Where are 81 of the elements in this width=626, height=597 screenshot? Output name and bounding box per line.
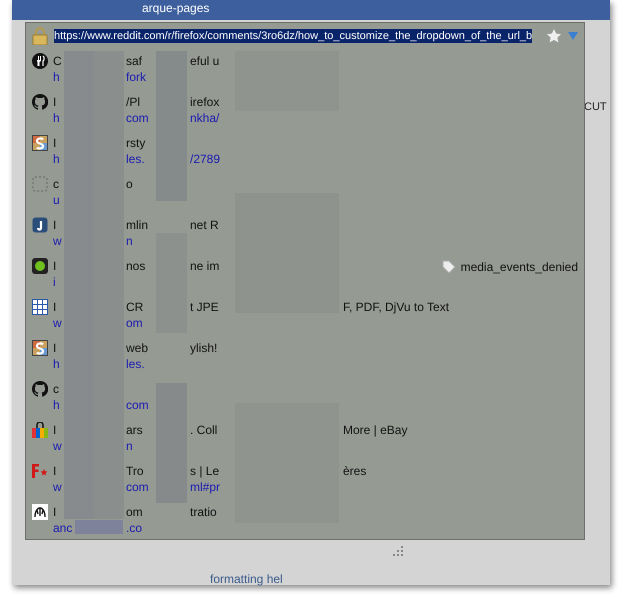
- url-text[interactable]: i: [53, 274, 56, 290]
- title-text: I: [53, 463, 56, 479]
- tag-label: media_events_denied: [460, 260, 578, 274]
- title-text: mlin: [126, 217, 148, 233]
- star-icon[interactable]: [546, 28, 562, 44]
- title-text: I: [53, 422, 56, 438]
- title-text: c: [53, 381, 59, 397]
- cat-silhouette-icon: [32, 94, 48, 110]
- title-text: I: [53, 94, 56, 110]
- padlock-icon: [32, 27, 48, 45]
- shopping-bag-icon: [32, 422, 48, 438]
- letter-j-icon: [32, 217, 48, 233]
- title-text: Tro: [126, 463, 144, 479]
- url-text[interactable]: fork: [126, 69, 146, 85]
- title-text: ne im: [190, 258, 220, 274]
- title-text: rsty: [126, 135, 146, 151]
- url-text[interactable]: /2789: [190, 151, 220, 167]
- url-text[interactable]: h: [53, 356, 60, 372]
- letter-s-icon: [32, 135, 48, 151]
- url-text[interactable]: h: [53, 69, 60, 85]
- url-text[interactable]: h: [53, 151, 60, 167]
- title-text: saf: [126, 53, 142, 69]
- url-text[interactable]: com: [126, 397, 149, 413]
- title-text: I: [53, 258, 56, 274]
- help-link[interactable]: formatting hel: [210, 572, 283, 586]
- tag-icon: [442, 260, 456, 274]
- fork-icon: [32, 53, 48, 69]
- title-text: tratio: [190, 504, 217, 520]
- title-text: F, PDF, DjVu to Text: [343, 299, 450, 315]
- sketch-icon: [32, 504, 48, 520]
- url-text[interactable]: les.: [126, 356, 145, 372]
- url-text[interactable]: u: [53, 192, 60, 208]
- url-text[interactable]: anc: [53, 520, 72, 536]
- title-text: irefox: [190, 94, 220, 110]
- url-text[interactable]: ml#pr: [190, 479, 220, 495]
- title-text: /Pl: [126, 94, 140, 110]
- dashed-square-icon: [32, 176, 48, 192]
- url-text[interactable]: w: [53, 479, 62, 495]
- url-text[interactable]: n: [126, 233, 133, 249]
- title-text: t JPE: [190, 299, 219, 315]
- letter-s-icon: [32, 340, 48, 356]
- title-text: om: [126, 504, 143, 520]
- title-text: nos: [126, 258, 146, 274]
- title-text: web: [126, 340, 148, 356]
- letter-f-star-icon: [32, 463, 48, 479]
- url-text[interactable]: nkha/: [190, 110, 220, 126]
- title-text: C: [53, 53, 62, 69]
- title-text: I: [53, 504, 56, 520]
- url-text[interactable]: h: [53, 110, 60, 126]
- title-text: ylish!: [190, 340, 218, 356]
- toolbar-label: CUT: [584, 101, 607, 113]
- title-text: I: [53, 299, 56, 315]
- title-text: . Coll: [190, 422, 218, 438]
- url-text[interactable]: com: [126, 479, 149, 495]
- status-light-icon: [32, 258, 48, 274]
- url-text[interactable]: w: [53, 315, 62, 331]
- dropdown-arrow-icon[interactable]: [568, 32, 578, 40]
- url-text[interactable]: om: [126, 315, 143, 331]
- url-text[interactable]: n: [126, 438, 133, 454]
- title-text: ères: [343, 463, 366, 479]
- title-text: I: [53, 340, 56, 356]
- url-text[interactable]: w: [53, 438, 62, 454]
- title-text: eful u: [190, 53, 220, 69]
- title-text: I: [53, 135, 56, 151]
- cat-silhouette-icon: [32, 381, 48, 397]
- title-text: net R: [190, 217, 219, 233]
- title-text: s | Le: [190, 463, 220, 479]
- url-text[interactable]: les.: [126, 151, 145, 167]
- title-text: ars: [126, 422, 143, 438]
- menu-item[interactable]: arque-pages: [142, 0, 210, 16]
- title-text: I: [53, 217, 56, 233]
- title-text: CR: [126, 299, 144, 315]
- url-text[interactable]: com: [126, 110, 149, 126]
- title-text: o: [126, 176, 133, 192]
- title-text: c: [53, 176, 59, 192]
- url-text[interactable]: h: [53, 397, 60, 413]
- grid-icon: [32, 299, 48, 315]
- title-text: More | eBay: [343, 422, 408, 438]
- url-text[interactable]: w: [53, 233, 62, 249]
- url-text[interactable]: .co: [126, 520, 142, 536]
- resize-grip-icon: [392, 545, 404, 557]
